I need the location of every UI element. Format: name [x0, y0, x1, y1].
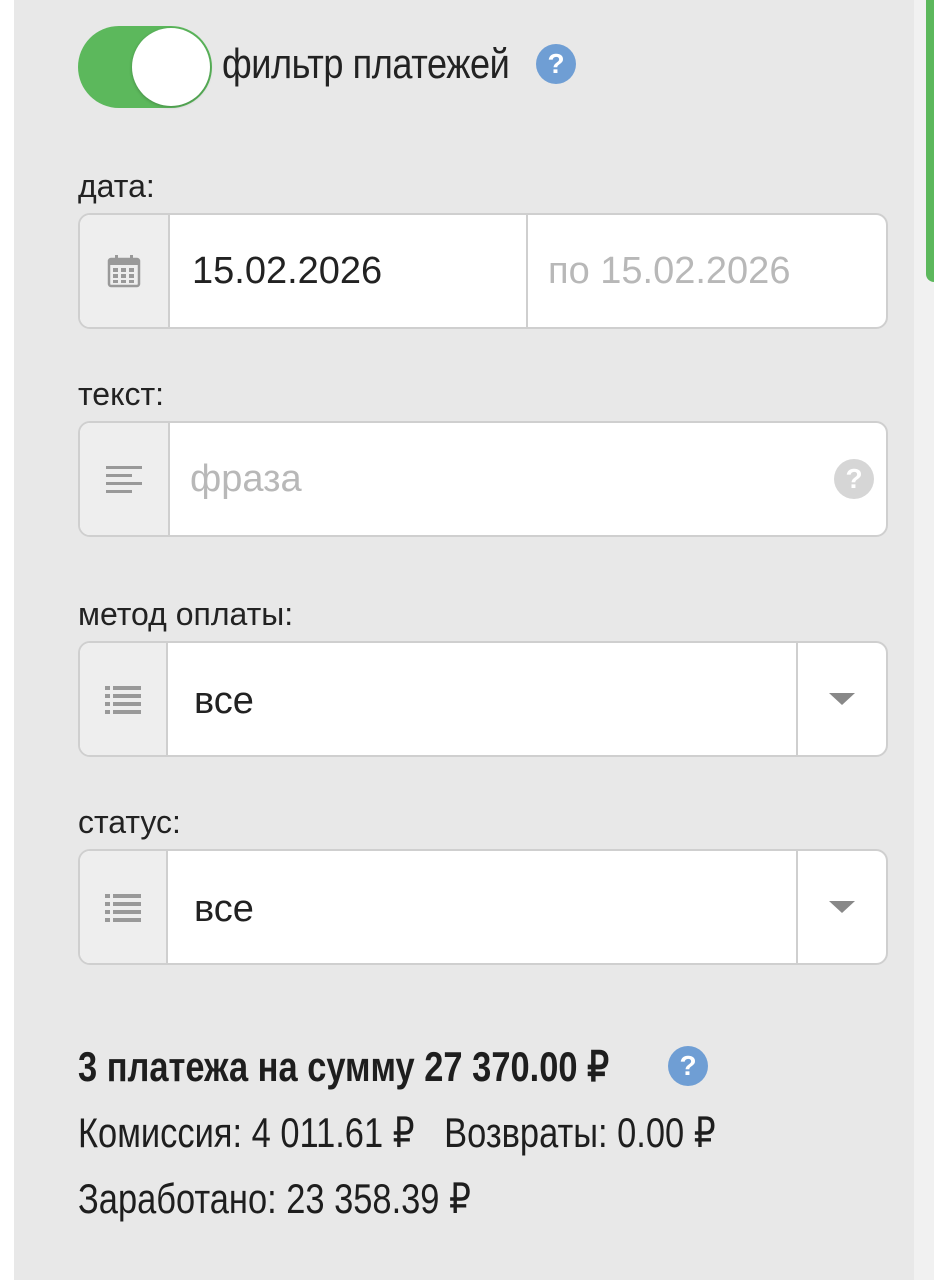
- refunds-text: Возвраты: 0.00 ₽: [444, 1109, 716, 1156]
- align-left-icon: [106, 466, 142, 493]
- phrase-input[interactable]: фраза: [170, 423, 810, 535]
- status-dropdown[interactable]: [796, 851, 886, 963]
- list-icon: [105, 894, 141, 922]
- summary-help-icon[interactable]: ?: [668, 1046, 708, 1086]
- list-icon: [105, 686, 141, 714]
- chevron-down-icon[interactable]: [829, 693, 855, 705]
- status-addon: [80, 851, 168, 963]
- calendar-addon: [80, 215, 170, 327]
- text-label: текст:: [78, 376, 164, 412]
- toggle-knob[interactable]: [132, 28, 210, 106]
- commission-text: Комиссия: 4 011.61 ₽: [78, 1109, 415, 1156]
- payments-total: 3 платежа на сумму 27 370.00 ₽: [78, 1043, 609, 1090]
- filter-help-icon[interactable]: ?: [536, 44, 576, 84]
- date-from-input[interactable]: 15.02.2026: [170, 215, 528, 327]
- status-value[interactable]: все: [166, 851, 800, 963]
- status-label: статус:: [78, 804, 181, 840]
- filter-title: фильтр платежей: [222, 40, 510, 87]
- text-addon: [80, 423, 170, 535]
- earned-text: Заработано: 23 358.39 ₽: [78, 1175, 471, 1222]
- commission-refunds-line: Комиссия: 4 011.61 ₽ Возвраты: 0.00 ₽: [78, 1108, 716, 1157]
- text-help-icon[interactable]: ?: [834, 459, 874, 499]
- date-to-input[interactable]: по 15.02.2026: [528, 215, 886, 327]
- side-accent-bar: [926, 0, 934, 282]
- date-range-field: 15.02.2026 по 15.02.2026: [78, 213, 888, 329]
- payment-method-addon: [80, 643, 168, 755]
- chevron-down-icon[interactable]: [829, 901, 855, 913]
- payment-method-label: метод оплаты:: [78, 596, 294, 632]
- status-select[interactable]: все: [78, 849, 888, 965]
- payment-method-value[interactable]: все: [166, 643, 800, 755]
- payment-method-select[interactable]: все: [78, 641, 888, 757]
- payment-filter-toggle[interactable]: [78, 26, 212, 108]
- date-label: дата:: [78, 168, 155, 204]
- calendar-icon: [107, 255, 141, 288]
- payment-method-dropdown[interactable]: [796, 643, 886, 755]
- text-search-field: фраза ?: [78, 421, 888, 537]
